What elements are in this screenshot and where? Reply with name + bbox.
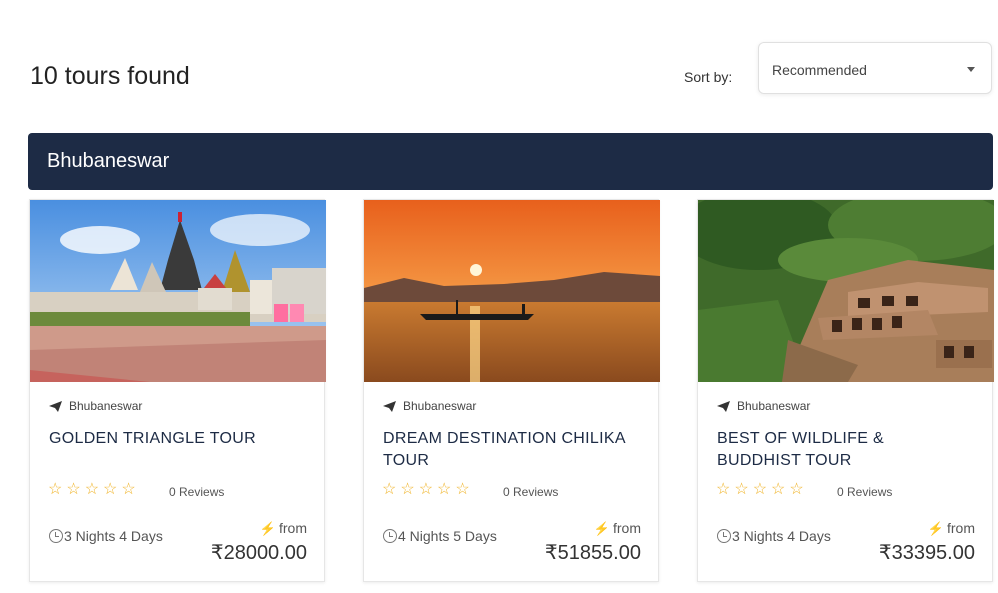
tour-price: ₹28000.00 xyxy=(210,542,307,564)
sort-label: Sort by: xyxy=(684,69,733,85)
city-section-header: Bhubaneswar xyxy=(28,133,993,190)
star-outline-icon: ☆ xyxy=(437,481,452,498)
star-outline-icon: ☆ xyxy=(66,481,81,498)
paper-plane-icon xyxy=(383,400,396,412)
caret-down-icon xyxy=(967,67,975,72)
reviews-count: 0 Reviews xyxy=(503,485,559,499)
tour-image-sunset-lake[interactable] xyxy=(364,200,660,382)
tour-image-rock-caves[interactable] xyxy=(698,200,994,382)
star-outline-icon: ☆ xyxy=(716,481,731,498)
star-outline-icon: ☆ xyxy=(84,481,100,498)
tour-card[interactable]: Bhubaneswar GOLDEN TRIANGLE TOUR ☆ ☆ ☆ ☆… xyxy=(29,199,326,582)
star-outline-icon: ☆ xyxy=(121,481,136,498)
tour-price: ₹51855.00 xyxy=(544,542,641,564)
clock-icon xyxy=(717,529,731,543)
star-outline-icon: ☆ xyxy=(400,481,415,498)
tour-card[interactable]: Bhubaneswar BEST OF WILDLIFE & BUDDHIST … xyxy=(697,199,994,582)
paper-plane-icon xyxy=(717,400,730,412)
tour-image-temple[interactable] xyxy=(30,200,326,382)
price-from: ⚡ from xyxy=(260,520,307,537)
reviews-count: 0 Reviews xyxy=(169,485,225,499)
sort-selected-value: Recommended xyxy=(772,62,867,78)
tour-duration: 3 Nights 4 Days xyxy=(49,526,169,547)
rating-stars: ☆ ☆ ☆ ☆ ☆ xyxy=(48,481,136,499)
price-from: ⚡ from xyxy=(594,520,641,537)
star-outline-icon: ☆ xyxy=(103,481,118,498)
tour-location: Bhubaneswar xyxy=(717,399,810,413)
paper-plane-icon xyxy=(49,400,62,412)
price-from-label: from xyxy=(613,520,641,536)
tour-location-text: Bhubaneswar xyxy=(69,399,143,413)
tour-location: Bhubaneswar xyxy=(383,399,476,413)
tour-location: Bhubaneswar xyxy=(49,399,142,413)
tour-location-text: Bhubaneswar xyxy=(737,399,811,413)
star-outline-icon: ☆ xyxy=(418,481,434,498)
star-outline-icon: ☆ xyxy=(382,481,397,498)
sort-dropdown[interactable]: Recommended xyxy=(758,42,992,94)
tour-location-text: Bhubaneswar xyxy=(403,399,477,413)
tour-price: ₹33395.00 xyxy=(878,542,975,564)
star-outline-icon: ☆ xyxy=(455,481,470,498)
rating-stars: ☆ ☆ ☆ ☆ ☆ xyxy=(716,481,804,499)
clock-icon xyxy=(383,529,397,543)
tour-card[interactable]: Bhubaneswar DREAM DESTINATION CHILIKA TO… xyxy=(363,199,660,582)
reviews-count: 0 Reviews xyxy=(837,485,893,499)
clock-icon xyxy=(49,529,63,543)
star-outline-icon: ☆ xyxy=(48,481,63,498)
results-header: 10 tours found Sort by: Recommended xyxy=(0,0,998,120)
star-outline-icon: ☆ xyxy=(734,481,749,498)
tour-duration-text: 3 Nights 4 Days xyxy=(64,528,163,544)
price-from: ⚡ from xyxy=(928,520,975,537)
lightning-icon: ⚡ xyxy=(259,521,276,536)
tour-duration: 3 Nights 4 Days xyxy=(717,526,837,547)
price-from-label: from xyxy=(279,520,307,536)
tour-duration: 4 Nights 5 Days xyxy=(383,526,503,547)
tour-title[interactable]: DREAM DESTINATION CHILIKA TOUR xyxy=(383,428,633,472)
star-outline-icon: ☆ xyxy=(789,481,804,498)
price-from-label: from xyxy=(947,520,975,536)
tour-duration-text: 3 Nights 4 Days xyxy=(732,528,831,544)
star-outline-icon: ☆ xyxy=(771,481,786,498)
rating-stars: ☆ ☆ ☆ ☆ ☆ xyxy=(382,481,470,499)
tour-title[interactable]: BEST OF WILDLIFE & BUDDHIST TOUR xyxy=(717,428,967,472)
results-count: 10 tours found xyxy=(30,62,190,90)
tour-duration-text: 4 Nights 5 Days xyxy=(398,528,497,544)
star-outline-icon: ☆ xyxy=(752,481,768,498)
lightning-icon: ⚡ xyxy=(593,521,610,536)
city-name: Bhubaneswar xyxy=(47,150,170,172)
tour-title[interactable]: GOLDEN TRIANGLE TOUR xyxy=(49,428,299,450)
lightning-icon: ⚡ xyxy=(927,521,944,536)
